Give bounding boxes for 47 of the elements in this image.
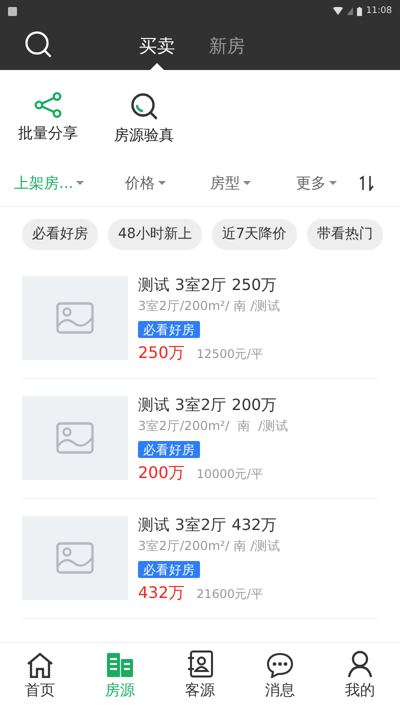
filter-chip[interactable]: 近7天降价 bbox=[212, 219, 297, 250]
listing-title: 测试 3室2厅 200万 bbox=[138, 396, 278, 414]
header-tab[interactable]: 新房 bbox=[207, 22, 247, 70]
unit-price: 21600元/平 bbox=[196, 586, 263, 603]
home-icon bbox=[26, 652, 54, 678]
filter-chip[interactable]: 必看好房 bbox=[22, 219, 98, 250]
image-icon bbox=[56, 542, 94, 574]
listing-price: 432万 bbox=[138, 583, 185, 604]
tool-label[interactable]: 批量分享 bbox=[18, 124, 78, 143]
image-icon bbox=[56, 302, 94, 334]
listing-specs: 3室2厅/200m²/ 南 /测试 bbox=[138, 298, 281, 315]
header-tab[interactable]: 买卖 bbox=[137, 22, 177, 70]
signal-icon bbox=[347, 7, 354, 15]
battery-icon bbox=[357, 6, 362, 16]
filter-dropdown[interactable]: 更多 bbox=[296, 174, 358, 192]
notification-icon bbox=[8, 6, 17, 16]
listing-tag: 必看好房 bbox=[138, 561, 200, 578]
share-icon[interactable] bbox=[33, 92, 63, 118]
listing-title: 测试 3室2厅 250万 bbox=[138, 276, 278, 294]
unit-price: 12500元/平 bbox=[196, 346, 263, 363]
wifi-icon bbox=[333, 7, 344, 15]
buildings-icon bbox=[105, 652, 135, 678]
tool-label[interactable]: 房源验真 bbox=[114, 126, 174, 145]
user-icon bbox=[347, 650, 373, 678]
chat-icon bbox=[266, 652, 294, 678]
nav-tab[interactable]: 客源 bbox=[160, 643, 240, 710]
status-time: 11:08 bbox=[366, 6, 392, 16]
listing-tag: 必看好房 bbox=[138, 321, 200, 338]
listing-specs: 3室2厅/200m²/ 南 /测试 bbox=[138, 418, 288, 435]
unit-price: 10000元/平 bbox=[196, 466, 263, 483]
search-icon[interactable] bbox=[24, 30, 52, 58]
image-icon bbox=[56, 422, 94, 454]
listing-tag: 必看好房 bbox=[138, 441, 200, 458]
contact-book-icon bbox=[186, 650, 214, 678]
listing-price: 200万 bbox=[138, 463, 185, 484]
filter-dropdown[interactable]: 价格 bbox=[125, 174, 210, 192]
listing-price: 250万 bbox=[138, 343, 185, 364]
listing-title: 测试 3室2厅 432万 bbox=[138, 516, 278, 534]
sort-icon[interactable] bbox=[358, 175, 376, 191]
listing-specs: 3室2厅/200m²/ 南 /测试 bbox=[138, 538, 281, 555]
nav-tab[interactable]: 首页 bbox=[0, 643, 80, 710]
search-icon[interactable] bbox=[130, 92, 158, 120]
filter-chip[interactable]: 48小时新上 bbox=[108, 219, 202, 250]
nav-tab[interactable]: 消息 bbox=[240, 643, 320, 710]
nav-tab[interactable]: 我的 bbox=[320, 643, 400, 710]
filter-chip[interactable]: 带看热门 bbox=[306, 219, 383, 250]
filter-dropdown[interactable]: 房型 bbox=[210, 174, 296, 192]
